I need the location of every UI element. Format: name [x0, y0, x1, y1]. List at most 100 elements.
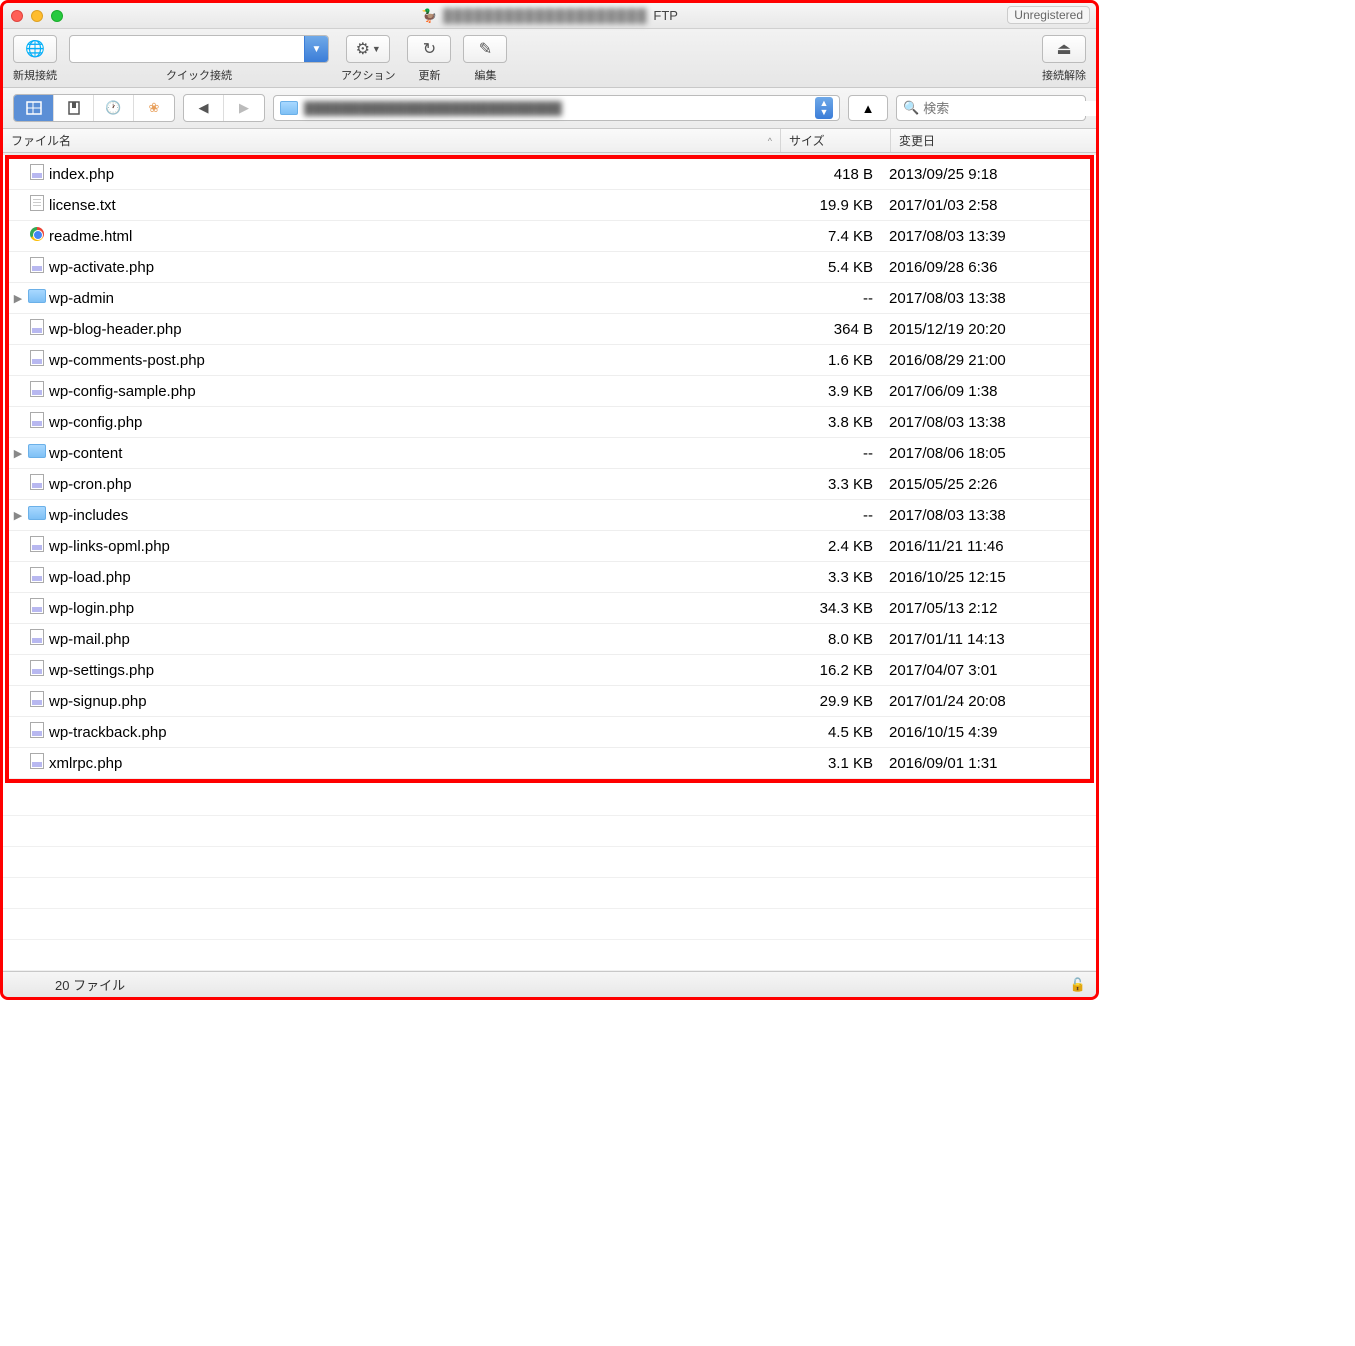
file-row[interactable]: wp-mail.php8.0 KB2017/01/11 14:13 [9, 624, 1090, 655]
file-size: -- [775, 445, 885, 462]
edit-button[interactable]: ✎ [463, 35, 507, 63]
file-row[interactable]: ▶wp-content--2017/08/06 18:05 [9, 438, 1090, 469]
disconnect-button[interactable]: ⏏ [1042, 35, 1086, 63]
file-row[interactable]: wp-config-sample.php3.9 KB2017/06/09 1:3… [9, 376, 1090, 407]
file-size: 34.3 KB [775, 600, 885, 617]
clock-icon: 🕐 [105, 100, 121, 116]
back-button[interactable]: ◀ [184, 95, 224, 121]
sort-ascending-icon: ^ [768, 136, 772, 146]
file-date: 2017/01/11 14:13 [885, 631, 1090, 648]
file-size: 8.0 KB [775, 631, 885, 648]
file-date: 2017/08/03 13:38 [885, 290, 1090, 307]
view-bookmark-button[interactable] [54, 95, 94, 121]
close-button[interactable] [11, 10, 23, 22]
search-box[interactable]: 🔍 [896, 95, 1086, 121]
duck-icon: 🦆 [421, 8, 437, 24]
quick-connect-field[interactable]: ▼ [69, 35, 329, 63]
file-name: index.php [47, 166, 775, 183]
view-bonjour-button[interactable]: ❀ [134, 95, 174, 121]
search-input[interactable] [923, 101, 1099, 116]
bookmark-icon [67, 101, 81, 115]
file-row[interactable]: license.txt19.9 KB2017/01/03 2:58 [9, 190, 1090, 221]
file-name: wp-config.php [47, 414, 775, 431]
file-row[interactable]: wp-cron.php3.3 KB2015/05/25 2:26 [9, 469, 1090, 500]
row-icon [27, 381, 47, 401]
file-size: 1.6 KB [775, 352, 885, 369]
path-combo[interactable]: ████████████████████████████ ▲▼ [273, 95, 840, 121]
bonjour-icon: ❀ [149, 100, 160, 116]
window-title: 🦆 ████████████████████ FTP [421, 8, 678, 24]
row-icon [27, 691, 47, 711]
disclosure-triangle[interactable]: ▶ [9, 447, 27, 460]
php-file-icon [30, 629, 44, 645]
chrome-icon [30, 227, 44, 241]
php-file-icon [30, 164, 44, 180]
row-icon [27, 753, 47, 773]
file-date: 2016/10/15 4:39 [885, 724, 1090, 741]
file-size: 4.5 KB [775, 724, 885, 741]
file-name: wp-includes [47, 507, 775, 524]
view-history-button[interactable]: 🕐 [94, 95, 134, 121]
gear-icon: ⚙ [356, 39, 370, 59]
file-row[interactable]: wp-login.php34.3 KB2017/05/13 2:12 [9, 593, 1090, 624]
zoom-button[interactable] [51, 10, 63, 22]
file-name: wp-mail.php [47, 631, 775, 648]
file-row[interactable]: xmlrpc.php3.1 KB2016/09/01 1:31 [9, 748, 1090, 779]
php-file-icon [30, 319, 44, 335]
file-name: xmlrpc.php [47, 755, 775, 772]
file-date: 2016/11/21 11:46 [885, 538, 1090, 555]
refresh-button[interactable]: ↻ [407, 35, 451, 63]
file-name: wp-settings.php [47, 662, 775, 679]
file-size: 364 B [775, 321, 885, 338]
file-date: 2016/08/29 21:00 [885, 352, 1090, 369]
minimize-button[interactable] [31, 10, 43, 22]
lock-icon: 🔓 [1070, 977, 1086, 993]
quick-connect-input[interactable] [70, 42, 304, 57]
file-row[interactable]: wp-signup.php29.9 KB2017/01/24 20:08 [9, 686, 1090, 717]
file-row[interactable]: wp-settings.php16.2 KB2017/04/07 3:01 [9, 655, 1090, 686]
disclosure-triangle[interactable]: ▶ [9, 509, 27, 522]
file-row[interactable]: wp-blog-header.php364 B2015/12/19 20:20 [9, 314, 1090, 345]
file-name: wp-cron.php [47, 476, 775, 493]
row-icon [27, 444, 47, 462]
globe-plus-icon: 🌐 [25, 39, 45, 59]
file-size: 29.9 KB [775, 693, 885, 710]
file-date: 2017/05/13 2:12 [885, 600, 1090, 617]
file-row[interactable]: wp-config.php3.8 KB2017/08/03 13:38 [9, 407, 1090, 438]
file-row[interactable]: wp-links-opml.php2.4 KB2016/11/21 11:46 [9, 531, 1090, 562]
unregistered-badge: Unregistered [1007, 6, 1090, 24]
file-row[interactable]: wp-activate.php5.4 KB2016/09/28 6:36 [9, 252, 1090, 283]
php-file-icon [30, 412, 44, 428]
file-date: 2017/08/03 13:38 [885, 414, 1090, 431]
column-header-size[interactable]: サイズ [781, 129, 891, 152]
file-row[interactable]: readme.html7.4 KB2017/08/03 13:39 [9, 221, 1090, 252]
file-row[interactable]: ▶wp-admin--2017/08/03 13:38 [9, 283, 1090, 314]
path-dropdown-arrows[interactable]: ▲▼ [815, 97, 833, 119]
file-row[interactable]: ▶wp-includes--2017/08/03 13:38 [9, 500, 1090, 531]
forward-button[interactable]: ▶ [224, 95, 264, 121]
disclosure-triangle[interactable]: ▶ [9, 292, 27, 305]
file-name: wp-trackback.php [47, 724, 775, 741]
go-up-button[interactable]: ▲ [848, 95, 888, 121]
file-size: -- [775, 290, 885, 307]
file-size: 3.9 KB [775, 383, 885, 400]
host-name-blurred: ████████████████████ [443, 8, 647, 23]
column-header-name[interactable]: ファイル名 ^ [3, 129, 781, 152]
file-row[interactable]: wp-comments-post.php1.6 KB2016/08/29 21:… [9, 345, 1090, 376]
column-headers: ファイル名 ^ サイズ 変更日 [3, 129, 1096, 153]
file-size: -- [775, 507, 885, 524]
file-name: wp-comments-post.php [47, 352, 775, 369]
view-outline-button[interactable] [14, 95, 54, 121]
column-header-modified[interactable]: 変更日 [891, 129, 1096, 152]
row-icon [27, 629, 47, 649]
new-connection-button[interactable]: 🌐 [13, 35, 57, 63]
quick-connect-dropdown[interactable]: ▼ [304, 36, 328, 62]
file-row[interactable]: wp-trackback.php4.5 KB2016/10/15 4:39 [9, 717, 1090, 748]
php-file-icon [30, 474, 44, 490]
file-row[interactable]: wp-load.php3.3 KB2016/10/25 12:15 [9, 562, 1090, 593]
row-icon [27, 506, 47, 524]
action-button[interactable]: ⚙▼ [346, 35, 390, 63]
file-row[interactable]: index.php418 B2013/09/25 9:18 [9, 159, 1090, 190]
file-list: index.php418 B2013/09/25 9:18license.txt… [3, 155, 1096, 971]
back-icon: ◀ [199, 100, 209, 116]
